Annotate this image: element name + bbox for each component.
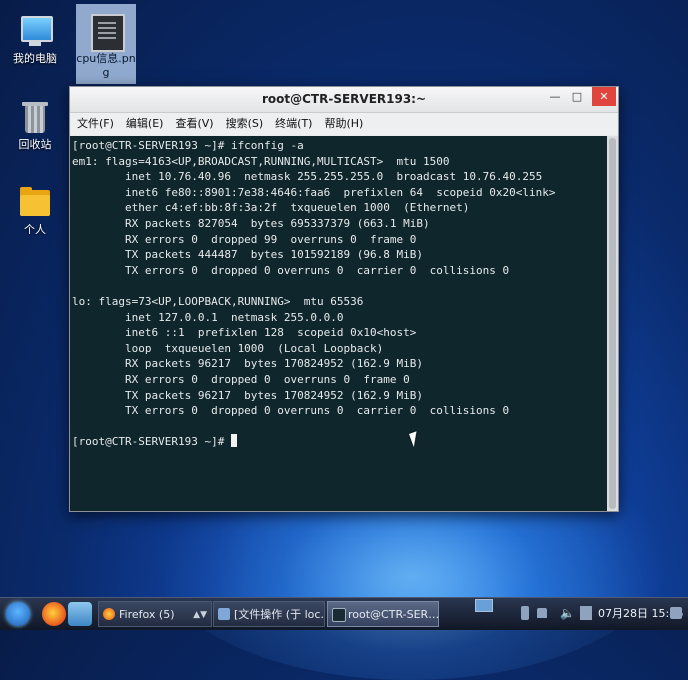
desktop-icon-personal-folder[interactable]: 个人 [3, 185, 67, 237]
terminal-line: inet 10.76.40.96 netmask 255.255.255.0 b… [72, 170, 543, 184]
window-titlebar[interactable]: root@CTR-SERVER193:~ — □ ✕ [70, 87, 618, 113]
menu-search[interactable]: 搜索(S) [221, 113, 269, 135]
file-manager-icon [218, 608, 230, 620]
start-menu-button[interactable] [6, 602, 30, 626]
firefox-icon [103, 608, 115, 620]
taskbar-task-terminal[interactable]: root@CTR-SER… [327, 601, 439, 627]
desktop-icon-label: 个人 [24, 223, 46, 236]
terminal-line: inet 127.0.0.1 netmask 255.0.0.0 [72, 310, 344, 324]
taskbar-task-file-operation[interactable]: [文件操作 (于 loc… [213, 601, 325, 627]
task-label: Firefox (5) [119, 608, 175, 621]
image-file-icon [89, 14, 125, 52]
taskbar: Firefox (5) ▲▼ [文件操作 (于 loc… root@CTR-SE… [0, 597, 688, 630]
bluetooth-icon[interactable] [521, 606, 529, 620]
task-label: root@CTR-SER… [348, 608, 439, 621]
task-group-arrows-icon[interactable]: ▲▼ [193, 602, 207, 626]
terminal-window[interactable]: root@CTR-SERVER193:~ — □ ✕ 文件(F) 编辑(E) 查看(… [69, 86, 619, 512]
volume-icon[interactable]: 🔈 [560, 606, 576, 620]
menu-help[interactable]: 帮助(H) [319, 113, 368, 135]
terminal-line: RX packets 96217 bytes 170824952 (162.9 … [72, 357, 423, 371]
terminal-line: lo: flags=73<UP,LOOPBACK,RUNNING> mtu 65… [72, 294, 364, 308]
desktop-icon-label: 回收站 [18, 138, 52, 151]
desktop-icon-trash[interactable]: 回收站 [3, 100, 67, 152]
window-title: root@CTR-SERVER193:~ [261, 92, 427, 106]
trash-icon [18, 100, 52, 134]
terminal-line: RX errors 0 dropped 99 overruns 0 frame … [72, 232, 417, 246]
terminal-line: [root@CTR-SERVER193 ~]# ifconfig -a [72, 139, 304, 152]
firefox-launcher-icon[interactable] [42, 602, 66, 626]
desktop-icon-cpu-png[interactable]: cpu信息.png [76, 4, 136, 84]
menu-terminal[interactable]: 终端(T) [270, 113, 317, 135]
task-label: [文件操作 (于 loc… [234, 608, 325, 621]
terminal-line: inet6 ::1 prefixlen 128 scopeid 0x10<hos… [72, 326, 417, 340]
keyring-icon[interactable] [537, 608, 547, 618]
terminal-line: ether c4:ef:bb:8f:3a:2f txqueuelen 1000 … [72, 201, 470, 215]
menu-bar: 文件(F) 编辑(E) 查看(V) 搜索(S) 终端(T) 帮助(H) [70, 113, 618, 135]
terminal-line: TX errors 0 dropped 0 overruns 0 carrier… [72, 404, 510, 418]
taskbar-task-firefox[interactable]: Firefox (5) ▲▼ [98, 601, 212, 627]
terminal-line: RX packets 827054 bytes 695337379 (663.1… [72, 216, 430, 230]
close-button[interactable]: ✕ [592, 87, 616, 106]
network-icon[interactable] [580, 606, 592, 620]
desktop-icon-label: 我的电脑 [13, 52, 57, 65]
scrollbar-thumb[interactable] [609, 138, 616, 509]
computer-icon [18, 14, 53, 48]
terminal-line: TX packets 96217 bytes 170824952 (162.9 … [72, 388, 423, 402]
terminal-icon [332, 608, 346, 622]
folder-icon [18, 185, 52, 219]
menu-file[interactable]: 文件(F) [72, 113, 119, 135]
terminal-line: TX packets 444487 bytes 101592189 (96.8 … [72, 248, 423, 262]
desktop-icon-my-computer[interactable]: 我的电脑 [3, 14, 67, 66]
menu-edit[interactable]: 编辑(E) [121, 113, 169, 135]
file-manager-launcher-icon[interactable] [68, 602, 92, 626]
terminal-scrollbar[interactable] [607, 136, 618, 511]
maximize-button[interactable]: □ [566, 87, 588, 106]
desktop-icon-label: cpu信息.png [76, 52, 136, 79]
minimize-button[interactable]: — [544, 87, 566, 106]
terminal-line: TX errors 0 dropped 0 overruns 0 carrier… [72, 263, 510, 277]
show-desktop-icon[interactable] [670, 607, 682, 619]
workspace-switcher-icon[interactable] [475, 599, 493, 612]
terminal-line: inet6 fe80::8901:7e38:4646:faa6 prefixle… [72, 185, 556, 199]
terminal-output[interactable]: [root@CTR-SERVER193 ~]# ifconfig -a em1:… [70, 136, 607, 511]
terminal-prompt: [root@CTR-SERVER193 ~]# [72, 435, 231, 449]
terminal-prompt-line[interactable]: [root@CTR-SERVER193 ~]# [72, 434, 607, 450]
terminal-line: em1: flags=4163<UP,BROADCAST,RUNNING,MUL… [72, 154, 450, 168]
terminal-line: loop txqueuelen 1000 (Local Loopback) [72, 341, 384, 355]
menu-view[interactable]: 查看(V) [170, 113, 218, 135]
text-cursor [230, 434, 237, 448]
terminal-line: RX errors 0 dropped 0 overruns 0 frame 0 [72, 372, 410, 386]
